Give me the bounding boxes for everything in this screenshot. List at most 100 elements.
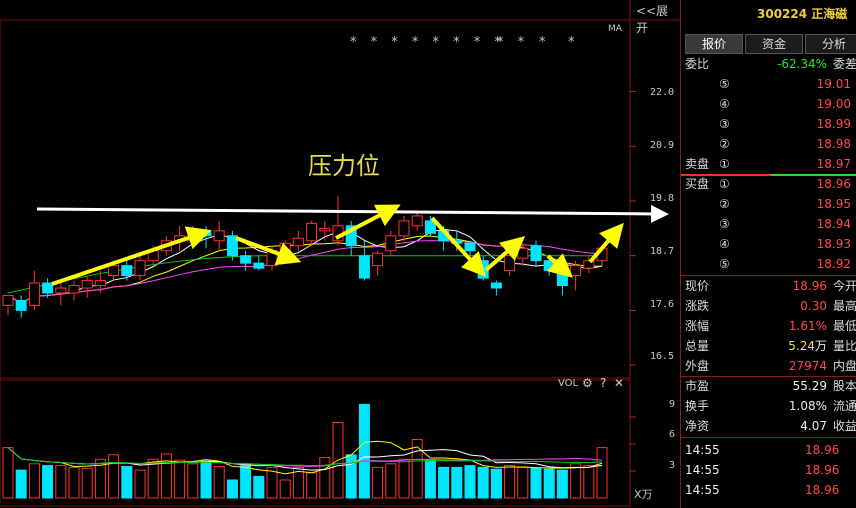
- volume-bar: [570, 463, 582, 499]
- divider: [681, 437, 856, 438]
- volume-bar: [306, 472, 318, 499]
- quote-label: 涨幅: [685, 319, 710, 333]
- volume-tick-label: 6: [669, 429, 676, 440]
- volume-bar: [226, 479, 238, 499]
- ask-level: ②: [719, 137, 730, 151]
- volume-bar: [147, 458, 159, 499]
- quote-label: 外盘: [685, 359, 710, 373]
- candle-body: [2, 294, 14, 306]
- tab-quote[interactable]: 报价: [685, 34, 743, 54]
- quote-label: 总量: [685, 339, 710, 353]
- marker-stars-left: * * * * * * * *: [350, 35, 506, 50]
- quote-number: 5.24: [788, 339, 815, 353]
- marker-star-right-1: *: [539, 35, 551, 50]
- stock-code: 300224: [757, 7, 808, 21]
- ask-row[interactable]: ③ 18.99: [685, 114, 856, 134]
- candle-body: [121, 265, 133, 277]
- bid-row[interactable]: 买盘 ① 18.96: [685, 174, 856, 194]
- expand-button[interactable]: <<展开: [636, 2, 680, 36]
- ask-row[interactable]: ⑤ 19.01: [685, 74, 856, 94]
- bid-level: ⑤: [719, 257, 730, 271]
- bid-price: 18.96: [816, 177, 851, 191]
- volume-bar: [464, 465, 476, 499]
- volume-bar: [134, 469, 146, 499]
- volume-panel-label: VOL: [558, 378, 579, 389]
- bid-level: ①: [719, 177, 730, 191]
- volume-bar: [477, 466, 489, 499]
- volume-bar: [108, 454, 120, 499]
- candle-body: [530, 245, 542, 262]
- bid-row[interactable]: ④ 18.93: [685, 234, 856, 254]
- ask-row[interactable]: ② 18.98: [685, 134, 856, 154]
- volume-tick-label: 9: [669, 399, 676, 410]
- candle-body: [94, 280, 106, 287]
- fundamental-extra-label: 股本: [832, 379, 856, 393]
- volume-tick-label: 3: [669, 460, 676, 471]
- trade-row: 14:55 18.96: [685, 460, 856, 480]
- resistance-annotation: 压力位: [308, 152, 380, 180]
- price-tick-label: 19.8: [650, 193, 675, 204]
- volume-bar: [319, 457, 331, 499]
- bid-level: ②: [719, 197, 730, 211]
- tab-analysis[interactable]: 分析: [805, 34, 856, 54]
- candle-body: [28, 282, 40, 306]
- candle-body: [240, 255, 252, 264]
- help-icon[interactable]: ?: [600, 376, 606, 390]
- quote-row: 涨幅 1.61% 最低: [685, 316, 856, 336]
- marker-stars-mid: * *: [497, 35, 530, 50]
- quote-number: 0.30: [800, 299, 827, 313]
- bid-row[interactable]: ⑤ 18.92: [685, 254, 856, 274]
- quote-extra-label: 今开: [832, 279, 856, 293]
- close-icon[interactable]: ✕: [614, 376, 624, 390]
- fundamental-extra-label: 流通: [832, 399, 856, 413]
- volume-bar: [490, 468, 502, 499]
- candle-body: [42, 282, 54, 294]
- quote-extra-label: 最低: [832, 319, 856, 333]
- kline-chart-area[interactable]: <<展开 MA * * * * * * * * * * * * 压力位 22.0…: [0, 0, 680, 508]
- candle-body: [68, 285, 80, 294]
- fundamental-label: 净资: [685, 419, 710, 433]
- candle-body: [319, 227, 331, 232]
- quote-extra-label: 量比: [832, 339, 856, 353]
- ask-level: ③: [719, 117, 730, 131]
- candle-body: [306, 222, 318, 242]
- trade-time: 14:55: [685, 443, 720, 457]
- stock-header: 300224 正海磁: [757, 5, 847, 22]
- price-tick-label: 22.0: [650, 87, 675, 98]
- resistance-arrow: [36, 204, 669, 223]
- bid-level: ③: [719, 217, 730, 231]
- ask-level: ④: [719, 97, 730, 111]
- candle-body: [570, 265, 582, 277]
- ask-row[interactable]: ④ 19.00: [685, 94, 856, 114]
- fundamental-row: 市盈 55.29 股本: [685, 376, 856, 396]
- volume-bar: [345, 454, 357, 499]
- weibi-label: 委比: [685, 57, 710, 71]
- ask-row[interactable]: 卖盘 ① 18.97: [685, 154, 856, 174]
- volume-bar: [451, 466, 463, 499]
- gear-icon[interactable]: ⚙: [582, 376, 593, 390]
- bid-row[interactable]: ② 18.95: [685, 194, 856, 214]
- candle-body: [55, 287, 67, 294]
- volume-bar: [253, 475, 265, 499]
- candle-body: [504, 255, 516, 272]
- kline-chart[interactable]: [0, 0, 680, 508]
- volume-bar: [438, 466, 450, 499]
- bid-row[interactable]: ③ 18.94: [685, 214, 856, 234]
- candle-body: [464, 242, 476, 252]
- volume-bar: [583, 465, 595, 499]
- volume-bar: [530, 467, 542, 499]
- quote-number: 18.96: [792, 279, 827, 293]
- candle-body: [372, 252, 384, 267]
- volume-bar: [504, 465, 516, 499]
- ask-level: ⑤: [719, 77, 730, 91]
- candle-body: [253, 262, 265, 269]
- ma-indicator-label[interactable]: MA: [608, 24, 622, 34]
- candle-body: [81, 280, 93, 289]
- tab-funds[interactable]: 资金: [745, 34, 803, 54]
- trade-time: 14:55: [685, 463, 720, 477]
- volume-bar: [543, 468, 555, 499]
- fundamental-extra-label: 收益: [832, 419, 856, 433]
- volume-bar: [187, 463, 199, 499]
- candle-body: [279, 242, 291, 252]
- quote-panel: 300224 正海磁 报价 资金 分析 委比 -62.34% 委差 ⑤ 19.01…: [680, 0, 856, 508]
